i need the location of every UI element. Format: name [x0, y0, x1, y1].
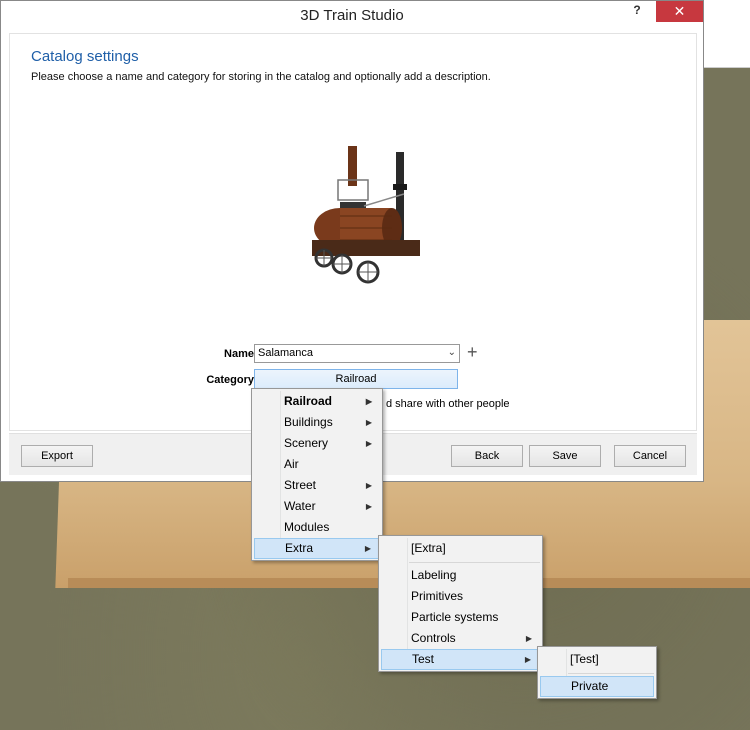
chevron-right-icon: ▶	[364, 544, 371, 553]
chevron-right-icon: ▶	[525, 634, 532, 643]
menu-item-label: Extra	[285, 541, 314, 555]
name-value: Salamanca	[258, 347, 314, 359]
menu-item-label: Particle systems	[411, 610, 499, 624]
menu-item-label: Street	[284, 478, 317, 492]
chevron-down-icon[interactable]: ⌄	[448, 347, 456, 358]
menu-item-primitives[interactable]: Primitives	[381, 586, 540, 607]
menu-item-buildings[interactable]: Buildings ▶	[254, 412, 380, 433]
extra-submenu: [Extra] Labeling Primitives Particle sys…	[378, 535, 543, 672]
menu-item-modules[interactable]: Modules	[254, 517, 380, 538]
name-label: Name	[224, 348, 254, 360]
title-bar: 3D Train Studio ? ✕	[1, 1, 703, 31]
chevron-right-icon: ▶	[365, 397, 372, 406]
menu-item-label: Labeling	[411, 568, 457, 582]
menu-item-label: Test	[412, 652, 435, 666]
window-title: 3D Train Studio	[300, 7, 404, 24]
menu-item-water[interactable]: Water ▶	[254, 496, 380, 517]
chevron-right-icon: ▶	[524, 655, 531, 664]
menu-separator	[409, 562, 540, 563]
menu-item-railroad[interactable]: Railroad ▶	[254, 391, 380, 412]
menu-item-label: Scenery	[284, 436, 329, 450]
chevron-right-icon: ▶	[365, 481, 372, 490]
help-button[interactable]: ?	[629, 3, 645, 19]
menu-item-label: Air	[284, 457, 299, 471]
menu-item-labeling[interactable]: Labeling	[381, 565, 540, 586]
menu-separator	[568, 673, 654, 674]
test-submenu: [Test] Private	[537, 646, 657, 699]
menu-item-label: [Test]	[570, 652, 599, 666]
menu-item-label: Private	[571, 679, 609, 693]
category-menu: Railroad ▶ Buildings ▶ Scenery ▶ Air Street…	[251, 388, 383, 561]
chevron-right-icon: ▶	[365, 439, 372, 448]
category-button[interactable]: Railroad	[254, 369, 458, 389]
menu-item-particle-systems[interactable]: Particle systems	[381, 607, 540, 628]
chevron-right-icon: ▶	[365, 418, 372, 427]
save-button[interactable]: Save	[529, 445, 601, 467]
menu-item-scenery[interactable]: Scenery ▶	[254, 433, 380, 454]
model-preview-image	[300, 144, 430, 294]
menu-item-label: Buildings	[284, 415, 333, 429]
page-title: Catalog settings	[31, 48, 139, 65]
catalog-panel: Catalog settings Please choose a name an…	[9, 33, 697, 431]
menu-item-label: [Extra]	[411, 541, 446, 555]
background-window-strip	[700, 0, 750, 68]
cancel-button[interactable]: Cancel	[614, 445, 686, 467]
menu-item-label: Modules	[284, 520, 330, 534]
menu-item-private[interactable]: Private	[540, 676, 654, 697]
menu-item-extra[interactable]: Extra ▶	[254, 538, 380, 559]
add-name-button[interactable]: +	[467, 342, 478, 363]
menu-item-label: Railroad	[284, 394, 333, 408]
chevron-right-icon: ▶	[365, 502, 372, 511]
description-text: Please choose a name and category for st…	[31, 71, 491, 83]
share-option-text[interactable]: d share with other people	[386, 398, 510, 410]
menu-item-label: Controls	[411, 631, 456, 645]
menu-item-test[interactable]: Test ▶	[381, 649, 540, 670]
category-label: Category	[206, 374, 254, 386]
menu-item-extra-root[interactable]: [Extra]	[381, 538, 540, 559]
back-button[interactable]: Back	[451, 445, 523, 467]
menu-item-label: Primitives	[411, 589, 464, 603]
menu-item-air[interactable]: Air	[254, 454, 380, 475]
menu-item-controls[interactable]: Controls ▶	[381, 628, 540, 649]
close-button[interactable]: ✕	[656, 1, 703, 22]
name-combobox[interactable]: Salamanca ⌄	[254, 344, 460, 363]
menu-item-label: Water	[284, 499, 316, 513]
menu-item-test-root[interactable]: [Test]	[540, 649, 654, 670]
menu-item-street[interactable]: Street ▶	[254, 475, 380, 496]
export-button[interactable]: Export	[21, 445, 93, 467]
